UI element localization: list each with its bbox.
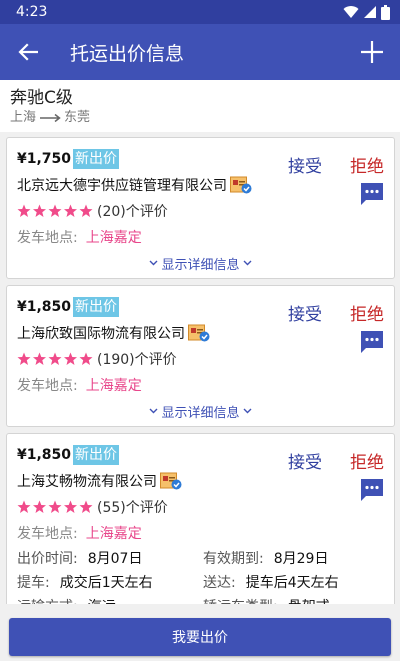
truck-type-label: 轿运车类型: [203, 596, 278, 604]
company-name[interactable]: 北京远大德宇供应链管理有限公司 [17, 175, 227, 195]
rating-count[interactable]: (20)个评价 [97, 201, 168, 221]
place-bid-button[interactable]: 我要出价 [9, 618, 391, 656]
app-bar: 托运出价信息 [0, 24, 400, 80]
chevron-down-icon [243, 408, 251, 414]
depart-location: 上海嘉定 [85, 230, 142, 246]
verified-license-icon [188, 324, 210, 342]
message-button[interactable] [360, 182, 384, 206]
pickup-value: 成交后1天左右 [59, 575, 153, 591]
transport-row: 运输方式: 汽运 [17, 594, 203, 604]
add-button[interactable] [344, 24, 400, 80]
new-bid-badge: 新出价 [73, 445, 120, 465]
status-time: 4:23 [16, 4, 48, 20]
shipment-summary: 奔驰C级 上海 东莞 [0, 80, 400, 132]
verified-license-icon [160, 472, 182, 490]
route-to: 东莞 [64, 110, 91, 125]
rating-stars [17, 352, 93, 366]
verified-license-icon [230, 176, 252, 194]
chevron-down-icon [149, 260, 158, 266]
depart-location: 上海嘉定 [85, 378, 142, 394]
show-details-label: 显示详细信息 [161, 405, 240, 421]
chat-icon [361, 479, 383, 501]
bid-list[interactable]: ¥1,750 新出价 北京远大德宇供应链管理有限公司 (20)个评价 发车地点:… [0, 134, 400, 604]
show-details-toggle[interactable]: 显示详细信息 [17, 398, 384, 424]
depart-label: 发车地点: [17, 378, 78, 394]
bid-card: ¥1,850 新出价 上海艾畅物流有限公司 (55)个评价 发车地点: 上海嘉定 [6, 433, 395, 604]
valid-until-row: 有效期到: 8月29日 [203, 546, 384, 570]
company-name[interactable]: 上海艾畅物流有限公司 [17, 471, 157, 491]
reject-button[interactable]: 拒绝 [350, 152, 384, 177]
battery-icon [381, 4, 390, 20]
depart-location: 上海嘉定 [85, 526, 142, 542]
chevron-down-icon [149, 408, 158, 414]
page-title: 托运出价信息 [70, 42, 185, 65]
plus-icon [361, 41, 383, 63]
back-button[interactable] [0, 24, 56, 80]
rating-stars [17, 500, 93, 514]
new-bid-badge: 新出价 [73, 149, 120, 169]
accept-button[interactable]: 接受 [288, 152, 322, 177]
show-details-toggle[interactable]: 显示详细信息 [17, 250, 384, 276]
truck-type-row: 轿运车类型: 骨架式 [203, 594, 384, 604]
status-icons [343, 4, 390, 20]
car-model: 奔驰C级 [10, 88, 73, 108]
delivery-value: 提车后4天左右 [245, 575, 339, 591]
chevron-down-icon [243, 260, 251, 266]
chat-icon [361, 331, 383, 353]
delivery-row: 送达: 提车后4天左右 [203, 570, 384, 594]
status-bar: 4:23 [0, 0, 400, 24]
arrow-back-icon [18, 43, 38, 61]
bid-time-label: 出价时间: [17, 551, 78, 567]
pickup-label: 提车: [17, 575, 50, 591]
message-button[interactable] [360, 478, 384, 502]
valid-until-value: 8月29日 [273, 551, 329, 567]
bid-price: ¥1,850 [17, 299, 72, 315]
route: 上海 东莞 [10, 109, 390, 127]
valid-until-label: 有效期到: [203, 551, 264, 567]
chat-icon [361, 183, 383, 205]
message-button[interactable] [360, 330, 384, 354]
bottom-bar: 我要出价 [0, 604, 400, 661]
company-name[interactable]: 上海欣致国际物流有限公司 [17, 323, 185, 343]
truck-type-value: 骨架式 [288, 596, 330, 604]
delivery-label: 送达: [203, 575, 236, 591]
bid-price: ¥1,750 [17, 151, 72, 167]
bid-price: ¥1,850 [17, 447, 72, 463]
depart-label: 发车地点: [17, 230, 78, 246]
new-bid-badge: 新出价 [73, 297, 120, 317]
accept-button[interactable]: 接受 [288, 300, 322, 325]
wifi-icon [343, 6, 359, 19]
bid-time-row: 出价时间: 8月07日 [17, 546, 203, 570]
rating-count[interactable]: (190)个评价 [97, 349, 177, 369]
rating-stars [17, 204, 93, 218]
transport-value: 汽运 [88, 596, 116, 604]
bid-card: ¥1,850 新出价 上海欣致国际物流有限公司 (190)个评价 发车地点: 上… [6, 285, 395, 427]
route-from: 上海 [10, 110, 37, 125]
depart-label: 发车地点: [17, 526, 78, 542]
rating-count[interactable]: (55)个评价 [97, 497, 168, 517]
reject-button[interactable]: 拒绝 [350, 448, 384, 473]
pickup-row: 提车: 成交后1天左右 [17, 570, 203, 594]
bid-time-value: 8月07日 [87, 551, 143, 567]
reject-button[interactable]: 拒绝 [350, 300, 384, 325]
transport-label: 运输方式: [17, 596, 78, 604]
bid-card: ¥1,750 新出价 北京远大德宇供应链管理有限公司 (20)个评价 发车地点:… [6, 137, 395, 279]
show-details-label: 显示详细信息 [161, 257, 240, 273]
signal-icon [364, 6, 376, 18]
arrow-right-icon [40, 113, 61, 123]
accept-button[interactable]: 接受 [288, 448, 322, 473]
bid-details: 出价时间: 8月07日 有效期到: 8月29日 提车: 成交后1天左右 送达: 提车后4… [17, 546, 384, 604]
